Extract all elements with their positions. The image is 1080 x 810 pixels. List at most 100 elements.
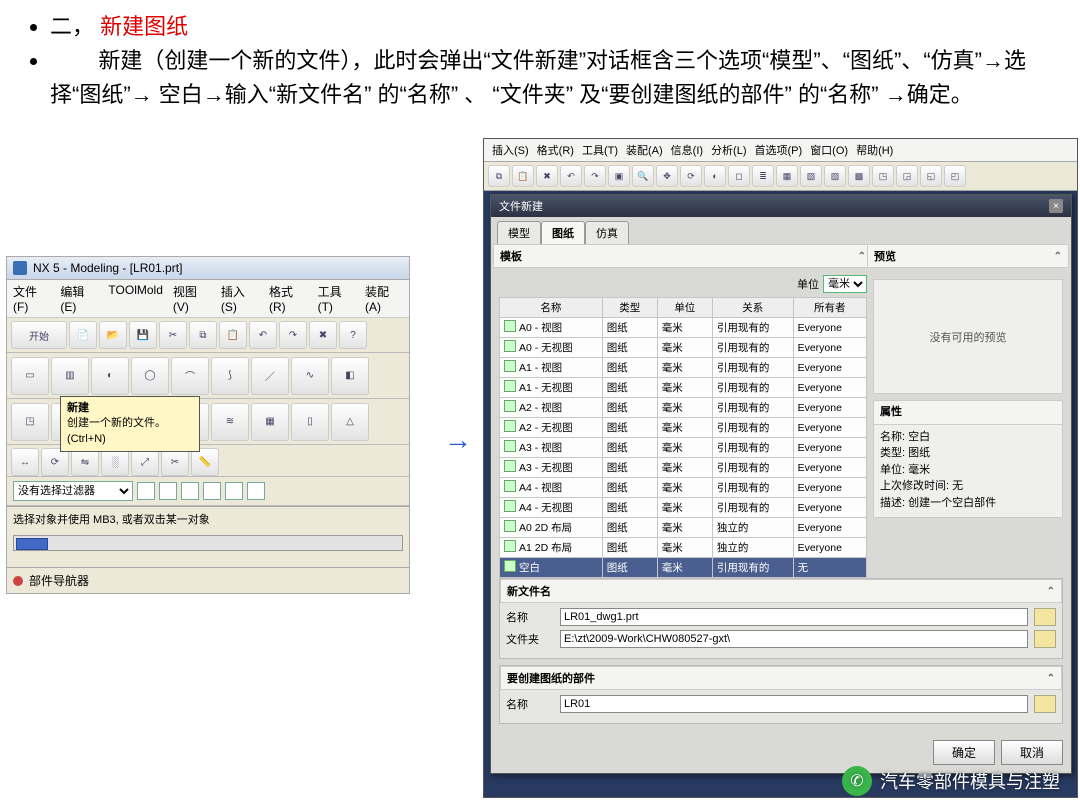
nx-menubar[interactable]: 文件(F) 编辑(E) TOOlMold 视图(V) 插入(S) 格式(R) 工…	[7, 280, 409, 318]
menu-toolmold[interactable]: TOOlMold	[108, 283, 162, 314]
revolve-icon[interactable]: ◐	[91, 357, 129, 395]
arc-icon[interactable]: ⟆	[211, 357, 249, 395]
rmenu-assembly[interactable]: 装配(A)	[626, 142, 663, 158]
ricon-del[interactable]: ✖	[536, 165, 558, 187]
tab-model[interactable]: 模型	[497, 221, 541, 244]
measure-icon[interactable]: 📏	[191, 448, 219, 476]
rmenu-prefs[interactable]: 首选项(P)	[755, 142, 803, 158]
help-icon[interactable]: ?	[339, 321, 367, 349]
table-row[interactable]: A0 - 视图图纸毫米引用现有的Everyone	[500, 318, 867, 338]
ricon-box2[interactable]: ▧	[800, 165, 822, 187]
newfile-dir-input[interactable]	[560, 630, 1028, 648]
ricon-copy[interactable]: ⧉	[488, 165, 510, 187]
ricon-rot[interactable]: ⟳	[680, 165, 702, 187]
menu-format[interactable]: 格式(R)	[269, 283, 308, 314]
folder-browse-icon-2[interactable]	[1034, 630, 1056, 648]
ricon-redo[interactable]: ↷	[584, 165, 606, 187]
rotate-icon[interactable]: ⟳	[41, 448, 69, 476]
save-icon[interactable]: 💾	[129, 321, 157, 349]
cut-icon[interactable]: ✂	[159, 321, 187, 349]
col-unit[interactable]: 单位	[657, 298, 712, 318]
cylinder-icon[interactable]: ▯	[291, 403, 329, 441]
move-icon[interactable]: ↔	[11, 448, 39, 476]
curve-icon[interactable]: ∿	[291, 357, 329, 395]
ricon-layer[interactable]: ≣	[752, 165, 774, 187]
datum-plane-icon[interactable]: ◳	[11, 403, 49, 441]
nx-toolbar-main[interactable]: 开始 📄 📂 💾 ✂ ⧉ 📋 ↶ ↷ ✖ ?	[7, 318, 409, 353]
filter-rect-icon[interactable]	[203, 482, 221, 500]
menu-edit[interactable]: 编辑(E)	[60, 283, 98, 314]
scale-icon[interactable]: ⤢	[131, 448, 159, 476]
menu-file[interactable]: 文件(F)	[13, 283, 50, 314]
ricon-box4[interactable]: ▩	[848, 165, 870, 187]
selection-filter-bar[interactable]: 没有选择过滤器	[7, 477, 409, 506]
start-menu-button[interactable]: 开始	[11, 321, 67, 349]
rmenu-analyze[interactable]: 分析(L)	[711, 142, 746, 158]
rmenu-info[interactable]: 信息(I)	[671, 142, 703, 158]
rmenu-insert[interactable]: 插入(S)	[492, 142, 529, 158]
newfile-name-input[interactable]	[560, 608, 1028, 626]
trim-icon[interactable]: ✂	[161, 448, 189, 476]
ricon-fit[interactable]: ▣	[608, 165, 630, 187]
folder-browse-icon-1[interactable]	[1034, 608, 1056, 626]
ricon-zoom[interactable]: 🔍	[632, 165, 654, 187]
rmenu-format[interactable]: 格式(R)	[537, 142, 574, 158]
filter-lasso-icon[interactable]	[225, 482, 243, 500]
rmenu-tools[interactable]: 工具(T)	[582, 142, 618, 158]
tab-sim[interactable]: 仿真	[585, 221, 629, 244]
filter-dropdown[interactable]: 没有选择过滤器	[13, 481, 133, 501]
extrude-icon[interactable]: ▥	[51, 357, 89, 395]
col-type[interactable]: 类型	[602, 298, 657, 318]
box-icon[interactable]: ▦	[251, 403, 289, 441]
rmenu-window[interactable]: 窗口(O)	[810, 142, 848, 158]
section-newfile-head[interactable]: 新文件名 ⌃	[500, 579, 1062, 603]
dialog-tabs[interactable]: 模型 图纸 仿真	[491, 217, 1071, 244]
mirror-icon[interactable]: ⇋	[71, 448, 99, 476]
section-templates-head[interactable]: 模板 ⌃	[493, 244, 873, 268]
table-row[interactable]: 空白图纸毫米引用现有的无	[500, 558, 867, 578]
table-row[interactable]: A3 - 无视图图纸毫米引用现有的Everyone	[500, 458, 867, 478]
ricon-wire[interactable]: ◻	[728, 165, 750, 187]
ok-button[interactable]: 确定	[933, 740, 995, 765]
close-icon[interactable]: ×	[1049, 199, 1063, 213]
sketch-icon[interactable]: ▭	[11, 357, 49, 395]
cone-icon[interactable]: △	[331, 403, 369, 441]
menu-insert[interactable]: 插入(S)	[221, 283, 259, 314]
line-icon[interactable]: ／	[251, 357, 289, 395]
ricon-paste[interactable]: 📋	[512, 165, 534, 187]
table-row[interactable]: A1 - 视图图纸毫米引用现有的Everyone	[500, 358, 867, 378]
section-preview-head[interactable]: 预览 ⌃	[867, 244, 1069, 268]
rmenu-help[interactable]: 帮助(H)	[856, 142, 893, 158]
hole-icon[interactable]: ◯	[131, 357, 169, 395]
ricon-cube1[interactable]: ◳	[872, 165, 894, 187]
table-row[interactable]: A0 2D 布局图纸毫米独立的Everyone	[500, 518, 867, 538]
part-name-input[interactable]	[560, 695, 1028, 713]
table-row[interactable]: A0 - 无视图图纸毫米引用现有的Everyone	[500, 338, 867, 358]
col-rel[interactable]: 关系	[712, 298, 793, 318]
ricon-cube3[interactable]: ◱	[920, 165, 942, 187]
new-icon[interactable]: 📄	[69, 321, 97, 349]
folder-browse-icon-3[interactable]	[1034, 695, 1056, 713]
template-table[interactable]: 名称 类型 单位 关系 所有者 A0 - 视图图纸毫米引用现有的Everyone…	[499, 297, 867, 578]
right-menubar[interactable]: 插入(S) 格式(R) 工具(T) 装配(A) 信息(I) 分析(L) 首选项(…	[484, 139, 1077, 162]
table-row[interactable]: A3 - 视图图纸毫米引用现有的Everyone	[500, 438, 867, 458]
units-dropdown[interactable]: 毫米	[823, 275, 867, 293]
tab-drawing[interactable]: 图纸	[541, 221, 585, 244]
menu-tools[interactable]: 工具(T)	[318, 283, 355, 314]
horizontal-scrollbar[interactable]	[13, 535, 403, 551]
redo-icon[interactable]: ↷	[279, 321, 307, 349]
surface-icon[interactable]: ◧	[331, 357, 369, 395]
col-name[interactable]: 名称	[500, 298, 603, 318]
chevron-up-icon-2[interactable]: ⌃	[1054, 251, 1062, 262]
chevron-up-icon-3[interactable]: ⌃	[1047, 586, 1055, 597]
filter-color-icon[interactable]	[159, 482, 177, 500]
menu-view[interactable]: 视图(V)	[173, 283, 211, 314]
ricon-undo[interactable]: ↶	[560, 165, 582, 187]
nx-toolbar-feature[interactable]: ▭ ▥ ◐ ◯ ⌒ ⟆ ／ ∿ ◧	[7, 353, 409, 399]
blend-icon[interactable]: ⌒	[171, 357, 209, 395]
pattern-icon[interactable]: ░	[101, 448, 129, 476]
ricon-cube4[interactable]: ◰	[944, 165, 966, 187]
table-row[interactable]: A1 - 无视图图纸毫米引用现有的Everyone	[500, 378, 867, 398]
copy-icon[interactable]: ⧉	[189, 321, 217, 349]
undo-icon[interactable]: ↶	[249, 321, 277, 349]
